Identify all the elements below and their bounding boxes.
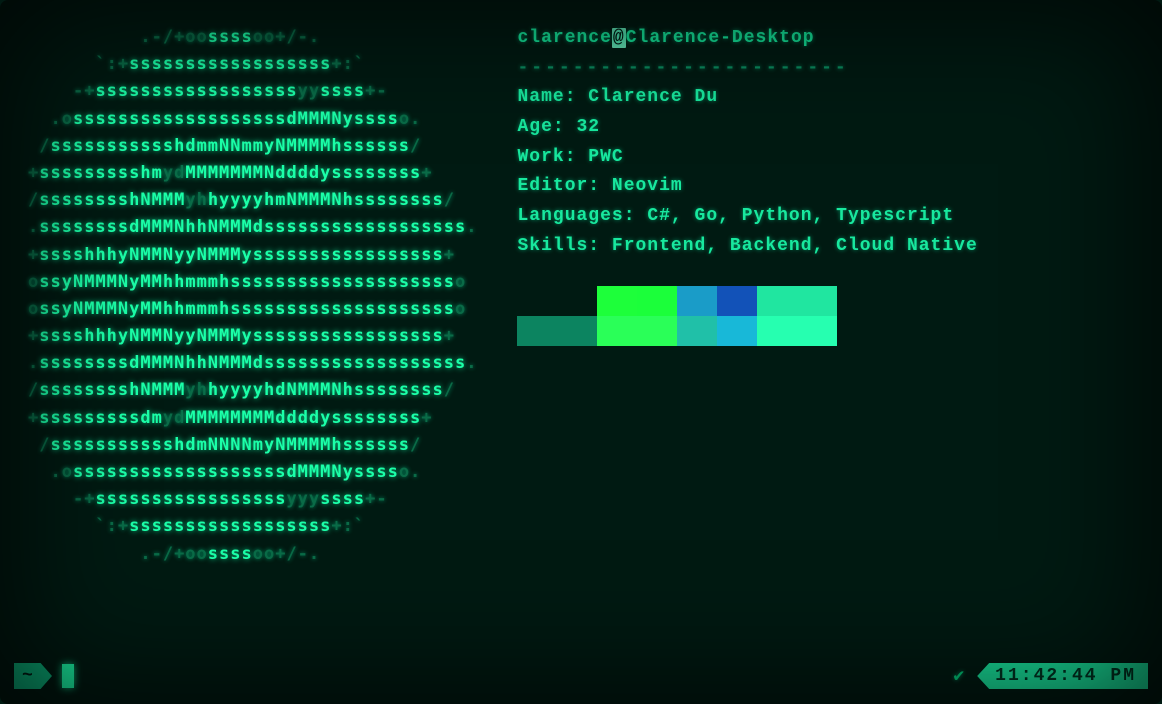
swatch-row bbox=[517, 286, 1134, 316]
status-right: ✔ 11:42:44 PM bbox=[953, 663, 1148, 689]
clock-time: 11:42:44 PM bbox=[995, 666, 1136, 686]
info-line: Name: Clarence Du bbox=[517, 83, 1134, 113]
info-value: Neovim bbox=[612, 176, 683, 196]
info-key: Languages: bbox=[517, 206, 647, 226]
color-swatch bbox=[757, 286, 797, 316]
prompt-symbol: ~ bbox=[22, 666, 34, 686]
color-swatch bbox=[597, 316, 637, 346]
hostname: Clarence-Desktop bbox=[626, 28, 815, 48]
info-line: Skills: Frontend, Backend, Cloud Native bbox=[517, 232, 1134, 262]
info-line: Languages: C#, Go, Python, Typescript bbox=[517, 202, 1134, 232]
swatch-row bbox=[517, 316, 1134, 346]
status-left: ~ bbox=[14, 663, 74, 689]
content-row: .-/+oossssoo+/-. `:+ssssssssssssssssss+:… bbox=[28, 24, 1134, 694]
color-swatches bbox=[517, 286, 1134, 346]
color-swatch bbox=[557, 286, 597, 316]
color-swatch bbox=[597, 286, 637, 316]
user-host-line: clarence@Clarence-Desktop bbox=[517, 24, 1134, 54]
at-symbol: @ bbox=[612, 28, 626, 48]
info-key: Name: bbox=[517, 87, 588, 107]
color-swatch bbox=[717, 316, 757, 346]
info-lines: Name: Clarence DuAge: 32Work: PWCEditor:… bbox=[517, 83, 1134, 261]
color-swatch bbox=[517, 316, 557, 346]
username: clarence bbox=[517, 28, 611, 48]
info-key: Editor: bbox=[517, 176, 611, 196]
info-value: 32 bbox=[577, 117, 601, 137]
info-line: Work: PWC bbox=[517, 143, 1134, 173]
color-swatch bbox=[517, 286, 557, 316]
color-swatch bbox=[757, 316, 797, 346]
divider-line: ------------------------ bbox=[517, 54, 1134, 84]
info-line: Editor: Neovim bbox=[517, 172, 1134, 202]
info-value: Clarence Du bbox=[588, 87, 718, 107]
info-line: Age: 32 bbox=[517, 113, 1134, 143]
color-swatch bbox=[677, 286, 717, 316]
color-swatch bbox=[637, 316, 677, 346]
color-swatch bbox=[557, 316, 597, 346]
prompt-badge[interactable]: ~ bbox=[14, 663, 52, 689]
terminal-screen: .-/+oossssoo+/-. `:+ssssssssssssssssss+:… bbox=[0, 0, 1162, 704]
status-bar: ~ ✔ 11:42:44 PM bbox=[0, 660, 1162, 692]
color-swatch bbox=[797, 286, 837, 316]
color-swatch bbox=[677, 316, 717, 346]
ascii-logo: .-/+oossssoo+/-. `:+ssssssssssssssssss+:… bbox=[28, 24, 477, 694]
check-icon: ✔ bbox=[953, 665, 965, 687]
info-key: Skills: bbox=[517, 236, 611, 256]
clock-badge: 11:42:44 PM bbox=[977, 663, 1148, 689]
info-value: C#, Go, Python, Typescript bbox=[647, 206, 954, 226]
info-panel: clarence@Clarence-Desktop --------------… bbox=[517, 24, 1134, 694]
cursor-block-icon[interactable] bbox=[62, 664, 74, 688]
info-value: Frontend, Backend, Cloud Native bbox=[612, 236, 978, 256]
color-swatch bbox=[717, 286, 757, 316]
color-swatch bbox=[637, 286, 677, 316]
info-key: Work: bbox=[517, 147, 588, 167]
info-value: PWC bbox=[588, 147, 623, 167]
color-swatch bbox=[797, 316, 837, 346]
info-key: Age: bbox=[517, 117, 576, 137]
